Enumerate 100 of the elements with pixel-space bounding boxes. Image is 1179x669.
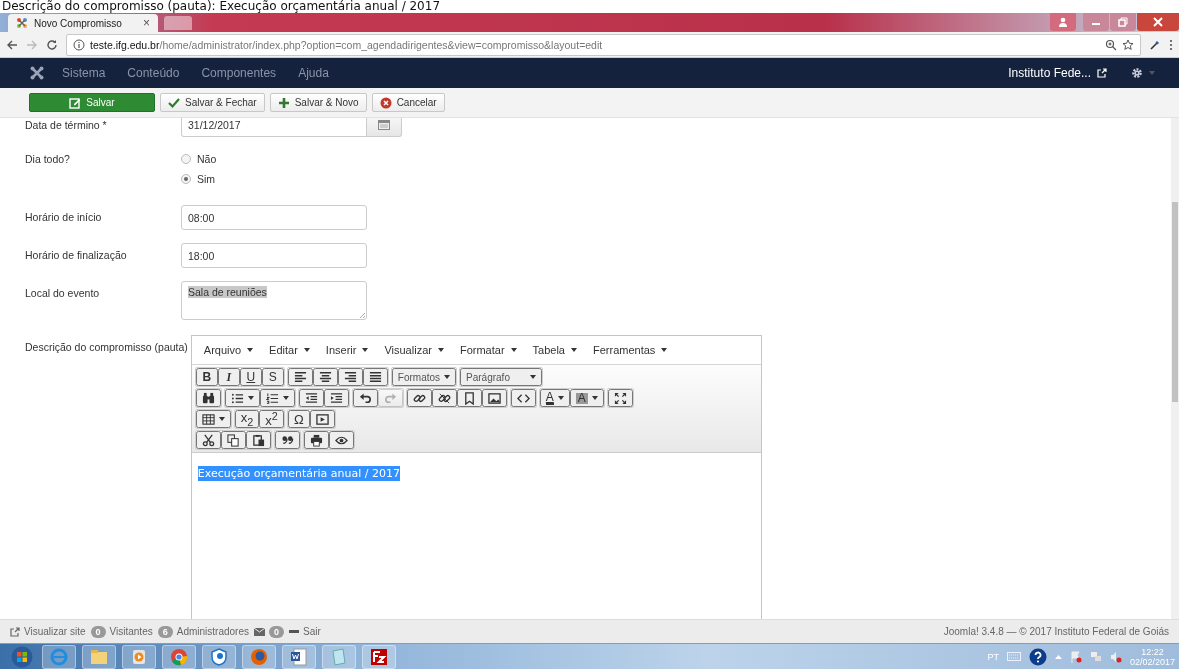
unlink-button[interactable] [431,389,457,407]
bullet-list-icon [230,391,244,405]
format-button[interactable]: x$_{2}$ [234,410,260,428]
field-label: Horário de início [25,210,103,223]
nav-menu-item[interactable]: Sistema [58,66,110,80]
user-button[interactable] [1050,13,1076,31]
close-button[interactable] [1137,13,1179,31]
view-site-link[interactable]: Visualizar site [10,626,86,637]
link-button[interactable] [406,389,432,407]
logout-link[interactable]: Sair [289,626,321,637]
toolbar-button[interactable]: Salvar & Novo [269,93,367,112]
menu-icon[interactable] [1169,38,1173,51]
speaker-icon[interactable] [1109,650,1122,663]
table-button[interactable] [195,410,231,428]
printer-button[interactable] [303,431,329,449]
tab-title: Novo Compromisso [34,17,123,29]
quote-button[interactable] [274,431,300,449]
date-field[interactable]: 31/12/2017 [181,118,367,137]
toolbar-button[interactable]: Salvar [29,93,155,112]
outdent-button[interactable] [298,389,324,407]
numbered-list-icon [265,391,279,405]
star-icon[interactable] [1122,38,1134,51]
image-button[interactable] [481,389,507,407]
flag-icon[interactable] [1069,650,1082,663]
align-center-button[interactable] [312,368,338,386]
browser-e-icon [50,647,68,666]
editor-menu-item[interactable]: Inserir [317,344,377,356]
format-button[interactable]: Ω [287,410,310,428]
media-button[interactable] [309,410,335,428]
joomla-logo-icon[interactable] [30,66,44,80]
nav-menu-item[interactable]: Componentes [197,66,281,80]
text-area[interactable]: Sala de reuniões [181,281,367,320]
nav-menu-item[interactable]: Ajuda [294,66,333,80]
copy-button[interactable] [220,431,246,449]
radio-button[interactable] [181,154,191,164]
bookmark-button[interactable] [456,389,482,407]
eyedropper-icon[interactable] [1149,38,1161,51]
code-button[interactable] [510,389,536,407]
editor-menu-item[interactable]: Formatar [451,344,525,356]
clipboard-button[interactable] [245,431,271,449]
format-button[interactable]: A [539,389,570,407]
numbered-list-button[interactable] [259,389,295,407]
reload-icon[interactable] [46,38,58,51]
eye-button[interactable] [328,431,354,449]
justify-button[interactable] [362,368,388,386]
formats-dropdown[interactable]: Formatos [391,368,457,386]
text-field[interactable]: 18:00 [181,243,367,268]
cancel-icon [379,96,392,109]
taskbar-app-button[interactable] [242,644,276,669]
zoom-icon[interactable] [1105,38,1117,51]
taskbar-app-button[interactable] [282,644,316,669]
taskbar-app-button[interactable] [202,644,236,669]
format-button[interactable]: S [261,368,284,386]
status-label: Administradores [176,626,249,637]
site-link[interactable]: Instituto Fede... [1008,66,1107,80]
taskbar-app-button[interactable] [362,644,396,669]
text-field[interactable]: 08:00 [181,205,367,230]
fullscreen-button[interactable] [607,389,633,407]
back-icon[interactable] [6,38,18,51]
count-badge: 0 [269,625,284,638]
help-icon[interactable] [1028,647,1047,666]
scissors-button[interactable] [195,431,221,449]
radio-button[interactable] [181,174,191,184]
minimize-button[interactable] [1083,13,1109,31]
format-button[interactable]: A [569,389,604,407]
align-right-button[interactable] [337,368,363,386]
editor-menu-item[interactable]: Visualizar [376,344,452,356]
editor-menu-item[interactable]: Arquivo [195,344,262,356]
undo-button[interactable] [352,389,378,407]
toolbar-button[interactable]: Cancelar [371,93,445,112]
scrollbar-thumb[interactable] [1172,202,1178,402]
caret-icon [661,348,668,352]
calendar-button[interactable] [367,118,402,137]
settings-icon [1131,67,1143,79]
nav-menu-item[interactable]: Conteúdo [123,66,184,80]
editor-menu-item[interactable]: Editar [261,344,318,356]
editor-menu-item[interactable]: Ferramentas [584,344,676,356]
settings-menu[interactable] [1131,67,1155,79]
toolbar-button[interactable]: Salvar & Fechar [160,93,265,112]
joomla-logo-icon [16,17,28,29]
indent-icon [329,391,343,405]
notepad-icon [330,647,348,666]
align-left-button[interactable] [287,368,313,386]
block-format-dropdown[interactable]: Parágrafo [460,368,543,386]
editor-menu-item[interactable]: Tabela [524,344,585,356]
envelope-icon[interactable] [254,627,265,636]
format-button[interactable]: B [195,368,218,386]
format-button[interactable]: x$^{2}$ [259,410,284,428]
tab-close-button[interactable]: × [143,16,150,30]
bullet-list-button[interactable] [224,389,260,407]
scrollbar[interactable] [1171,118,1179,619]
format-button[interactable]: U [239,368,262,386]
browser-tab[interactable]: Novo Compromisso × [8,14,158,32]
indent-button[interactable] [323,389,349,407]
start-orb-icon[interactable] [11,645,33,668]
address-field[interactable]: teste.ifg.edu.br/home/administrator/index.php?option=com_agendadirigentes&view=compromisso&layout=edit [66,33,1141,56]
person-icon [1058,17,1068,27]
binoculars-button[interactable] [195,389,221,407]
edit-icon [69,96,82,109]
format-button[interactable]: I [217,368,240,386]
